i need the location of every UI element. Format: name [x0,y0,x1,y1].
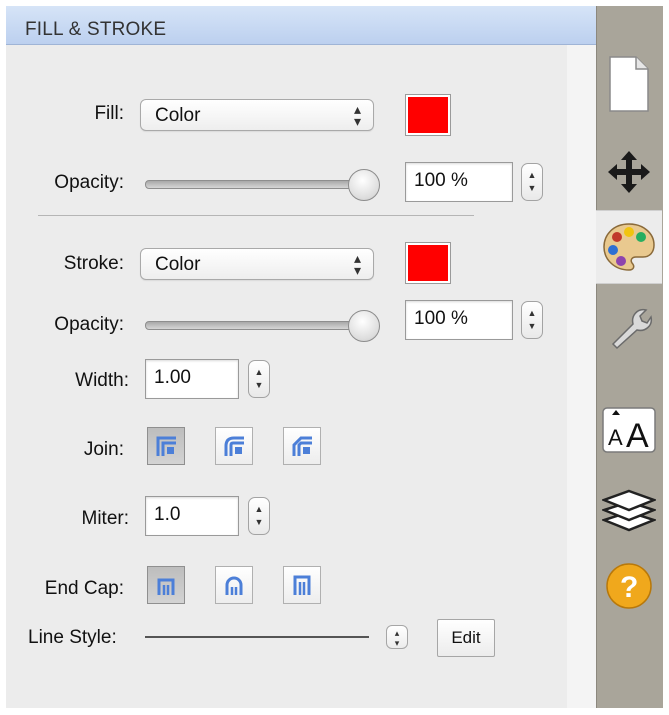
layers-tool[interactable] [596,474,662,546]
stroke-opacity-value: 100 % [414,308,468,329]
stroke-opacity-label: Opacity: [54,314,124,335]
stroke-type-value: Color [155,254,201,275]
text-size-icon: A A [602,407,656,453]
metrics-tool[interactable] [596,290,662,362]
fill-opacity-field[interactable]: 100 % [405,162,513,202]
join-label: Join: [83,439,124,460]
width-value: 1.00 [154,367,191,388]
fill-opacity-label: Opacity: [54,172,124,193]
width-stepper[interactable]: ▲ ▼ [248,360,270,398]
help-tool[interactable]: ? [596,550,662,622]
line-style-label: Line Style: [28,627,117,648]
document-icon [609,56,649,112]
miter-value: 1.0 [154,504,181,525]
select-arrows-icon: ▴ ▾ [394,628,400,648]
bevel-join-button[interactable] [283,427,321,465]
fill-color-swatch[interactable] [405,94,451,136]
section-divider [38,215,474,216]
stroke-color-chip [408,245,448,281]
svg-text:A: A [608,425,623,450]
palette-icon [603,223,655,271]
round-cap-button[interactable] [215,566,253,604]
butt-cap-icon [157,578,175,595]
panel-title: FILL & STROKE [25,19,167,40]
width-field[interactable]: 1.00 [145,359,239,399]
fill-type-select[interactable]: Color ▴ ▾ [140,99,374,131]
stepper-down-icon[interactable]: ▼ [522,321,542,331]
stroke-opacity-slider[interactable] [145,321,369,330]
edit-line-style-button[interactable]: Edit [437,619,495,657]
stroke-opacity-knob[interactable] [348,310,380,342]
fill-type-value: Color [155,105,201,126]
miter-stepper[interactable]: ▲ ▼ [248,497,270,535]
stepper-down-icon[interactable]: ▼ [249,380,269,390]
help-icon: ? [606,563,652,609]
move-icon [608,151,650,193]
stroke-type-select[interactable]: Color ▴ ▾ [140,248,374,280]
stepper-up-icon[interactable]: ▲ [522,170,542,180]
miter-join-icon [156,436,176,456]
stepper-up-icon[interactable]: ▲ [249,504,269,514]
arrange-tool[interactable] [596,136,662,208]
end-cap-label: End Cap: [44,578,124,599]
stroke-opacity-field[interactable]: 100 % [405,300,513,340]
select-arrows-icon: ▴ ▾ [353,101,361,129]
layers-icon [602,489,656,532]
width-label: Width: [75,370,129,391]
fill-opacity-knob[interactable] [348,169,380,201]
svg-text:?: ? [620,571,638,604]
panel-scroll-gutter [567,44,596,708]
round-join-icon [224,436,244,456]
miter-field[interactable]: 1.0 [145,496,239,536]
square-cap-icon [293,575,311,595]
wrench-icon [611,308,653,350]
round-cap-icon [225,576,243,595]
stepper-down-icon[interactable]: ▼ [249,517,269,527]
round-join-button[interactable] [215,427,253,465]
butt-cap-button[interactable] [147,566,185,604]
fill-stroke-tool[interactable] [596,210,662,284]
stepper-up-icon[interactable]: ▲ [522,308,542,318]
fill-opacity-stepper[interactable]: ▲ ▼ [521,163,543,201]
stroke-color-swatch[interactable] [405,242,451,284]
stepper-up-icon[interactable]: ▲ [249,367,269,377]
fill-opacity-slider[interactable] [145,180,369,189]
stepper-down-icon[interactable]: ▼ [522,183,542,193]
document-tool[interactable] [596,48,662,120]
miter-label: Miter: [81,508,130,529]
square-cap-button[interactable] [283,566,321,604]
fill-opacity-value: 100 % [414,170,468,191]
fill-color-chip [408,97,448,133]
svg-text:A: A [626,417,649,453]
fill-label: Fill: [94,103,124,124]
bevel-join-icon [292,436,312,456]
select-arrows-icon: ▴ ▾ [353,250,361,278]
stroke-opacity-stepper[interactable]: ▲ ▼ [521,301,543,339]
line-style-select[interactable]: ▴ ▾ [386,625,408,649]
stroke-label: Stroke: [63,253,124,274]
miter-join-button[interactable] [147,427,185,465]
line-style-preview [145,636,369,638]
text-tool[interactable]: A A [596,394,662,466]
